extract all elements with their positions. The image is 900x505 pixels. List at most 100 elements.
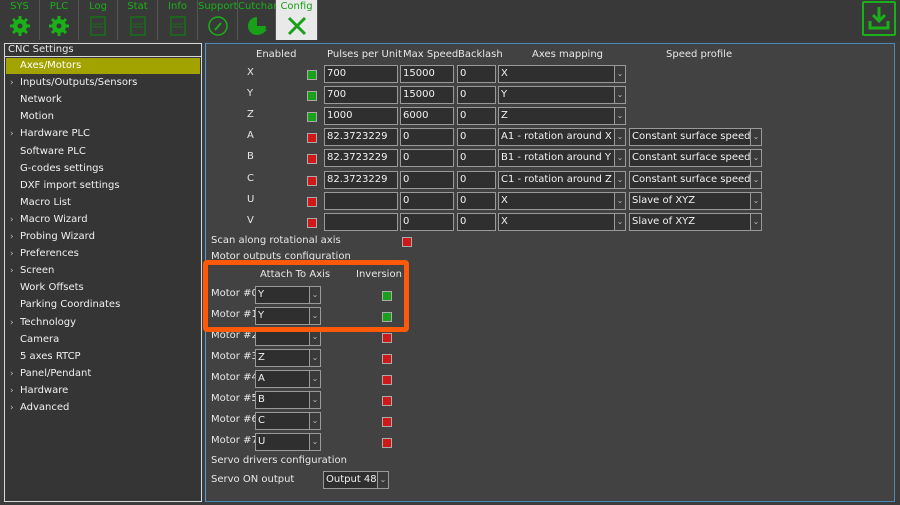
- tree-item[interactable]: Motion: [6, 109, 200, 125]
- tree-item[interactable]: ›Inputs/Outputs/Sensors: [6, 75, 200, 91]
- tree-item[interactable]: 5 axes RTCP: [6, 349, 200, 365]
- max-speed-input[interactable]: 0: [400, 149, 454, 167]
- max-speed-input[interactable]: 15000: [400, 86, 454, 104]
- tree-item[interactable]: G-codes settings: [6, 161, 200, 177]
- expand-arrow-icon[interactable]: ›: [10, 229, 14, 245]
- expand-arrow-icon[interactable]: ›: [10, 400, 14, 416]
- backlash-input[interactable]: 0: [457, 107, 496, 125]
- expand-arrow-icon[interactable]: ›: [10, 366, 14, 382]
- tab-sys[interactable]: SYS: [0, 0, 40, 40]
- motor-inversion-checkbox[interactable]: [382, 438, 392, 448]
- axis-enabled-checkbox[interactable]: [307, 197, 317, 207]
- axes-mapping-select[interactable]: Y⌄: [498, 86, 626, 104]
- max-speed-input[interactable]: 0: [400, 171, 454, 189]
- tree-item[interactable]: ›Macro Wizard: [6, 212, 200, 228]
- tree-item[interactable]: ›Preferences: [6, 246, 200, 262]
- motor-axis-select[interactable]: C⌄: [255, 412, 321, 430]
- backlash-input[interactable]: 0: [457, 86, 496, 104]
- pulses-input[interactable]: 82.3723229: [324, 171, 398, 189]
- backlash-input[interactable]: 0: [457, 213, 496, 231]
- motor-inversion-checkbox[interactable]: [382, 354, 392, 364]
- motor-inversion-checkbox[interactable]: [382, 375, 392, 385]
- max-speed-input[interactable]: 0: [400, 128, 454, 146]
- expand-arrow-icon[interactable]: ›: [10, 246, 14, 262]
- axes-mapping-select[interactable]: Z⌄: [498, 107, 626, 125]
- axes-mapping-select[interactable]: A1 - rotation around X⌄: [498, 128, 626, 146]
- speed-profile-select[interactable]: Slave of XYZ⌄: [629, 192, 762, 210]
- axis-enabled-checkbox[interactable]: [307, 133, 317, 143]
- axis-enabled-checkbox[interactable]: [307, 154, 317, 164]
- axes-mapping-select[interactable]: X⌄: [498, 213, 626, 231]
- pulses-input[interactable]: [324, 192, 398, 210]
- tab-stat[interactable]: Stat: [118, 0, 158, 40]
- expand-arrow-icon[interactable]: ›: [10, 126, 14, 142]
- pulses-input[interactable]: 1000: [324, 107, 398, 125]
- motor-axis-select[interactable]: A⌄: [255, 370, 321, 388]
- expand-arrow-icon[interactable]: ›: [10, 383, 14, 399]
- tree-item[interactable]: ›Probing Wizard: [6, 229, 200, 245]
- scan-rotational-checkbox[interactable]: [402, 237, 412, 247]
- pulses-input[interactable]: 700: [324, 65, 398, 83]
- motor-axis-select[interactable]: B⌄: [255, 391, 321, 409]
- expand-arrow-icon[interactable]: ›: [10, 212, 14, 228]
- speed-profile-select[interactable]: Constant surface speed⌄: [629, 171, 762, 189]
- servo-on-output-select[interactable]: Output 48⌄: [323, 471, 389, 489]
- tree-item[interactable]: › Screen: [6, 263, 200, 279]
- tab-config[interactable]: Config: [276, 0, 318, 40]
- tree-item-label: Screen: [20, 265, 54, 276]
- tree-item[interactable]: ›Advanced: [6, 400, 200, 416]
- motor-inversion-checkbox[interactable]: [382, 333, 392, 343]
- tree-item[interactable]: ›Panel/Pendant: [6, 366, 200, 382]
- speed-profile-select[interactable]: Slave of XYZ⌄: [629, 213, 762, 231]
- pulses-input[interactable]: 82.3723229: [324, 128, 398, 146]
- tree-item[interactable]: Network: [6, 92, 200, 108]
- tree-item[interactable]: ›Hardware: [6, 383, 200, 399]
- tab-support[interactable]: Support: [198, 0, 238, 40]
- speed-profile-select[interactable]: Constant surface speed⌄: [629, 128, 762, 146]
- tree-item[interactable]: Axes/Motors: [6, 58, 200, 74]
- tab-info[interactable]: Info: [158, 0, 198, 40]
- tree-item[interactable]: DXF import settings: [6, 178, 200, 194]
- axes-mapping-select[interactable]: X⌄: [498, 192, 626, 210]
- max-speed-input[interactable]: 15000: [400, 65, 454, 83]
- tab-plc[interactable]: PLC: [40, 0, 79, 40]
- download-button[interactable]: [862, 1, 896, 36]
- tree-item[interactable]: ›Hardware PLC: [6, 126, 200, 142]
- pulses-input[interactable]: 700: [324, 86, 398, 104]
- tree-item[interactable]: Parking Coordinates: [6, 297, 200, 313]
- axis-enabled-checkbox[interactable]: [307, 91, 317, 101]
- pulses-input[interactable]: 82.3723229: [324, 149, 398, 167]
- pulses-input[interactable]: [324, 213, 398, 231]
- tree-item[interactable]: ›Technology: [6, 315, 200, 331]
- expand-arrow-icon[interactable]: ›: [10, 75, 14, 91]
- select-value: U: [258, 436, 265, 447]
- tree-item[interactable]: Macro List: [6, 195, 200, 211]
- axis-enabled-checkbox[interactable]: [307, 112, 317, 122]
- max-speed-input[interactable]: 0: [400, 213, 454, 231]
- tree-item[interactable]: Software PLC: [6, 144, 200, 160]
- backlash-input[interactable]: 0: [457, 192, 496, 210]
- axis-enabled-checkbox[interactable]: [307, 176, 317, 186]
- backlash-input[interactable]: 0: [457, 128, 496, 146]
- axis-enabled-checkbox[interactable]: [307, 70, 317, 80]
- backlash-input[interactable]: 0: [457, 171, 496, 189]
- tree-item[interactable]: Camera: [6, 332, 200, 348]
- axes-mapping-select[interactable]: B1 - rotation around Y⌄: [498, 149, 626, 167]
- max-speed-input[interactable]: 0: [400, 192, 454, 210]
- motor-axis-select[interactable]: U⌄: [255, 433, 321, 451]
- motor-inversion-checkbox[interactable]: [382, 396, 392, 406]
- motor-inversion-checkbox[interactable]: [382, 417, 392, 427]
- expand-arrow-icon[interactable]: ›: [10, 263, 14, 279]
- motor-axis-select[interactable]: Z⌄: [255, 349, 321, 367]
- speed-profile-select[interactable]: Constant surface speed⌄: [629, 149, 762, 167]
- axes-mapping-select[interactable]: C1 - rotation around Z⌄: [498, 171, 626, 189]
- backlash-input[interactable]: 0: [457, 149, 496, 167]
- backlash-input[interactable]: 0: [457, 65, 496, 83]
- tab-log[interactable]: Log: [79, 0, 118, 40]
- axes-mapping-select[interactable]: X⌄: [498, 65, 626, 83]
- axis-enabled-checkbox[interactable]: [307, 218, 317, 228]
- expand-arrow-icon[interactable]: ›: [10, 315, 14, 331]
- tree-item[interactable]: Work Offsets: [6, 280, 200, 296]
- tab-cutchart[interactable]: Cutchart: [238, 0, 276, 40]
- max-speed-input[interactable]: 6000: [400, 107, 454, 125]
